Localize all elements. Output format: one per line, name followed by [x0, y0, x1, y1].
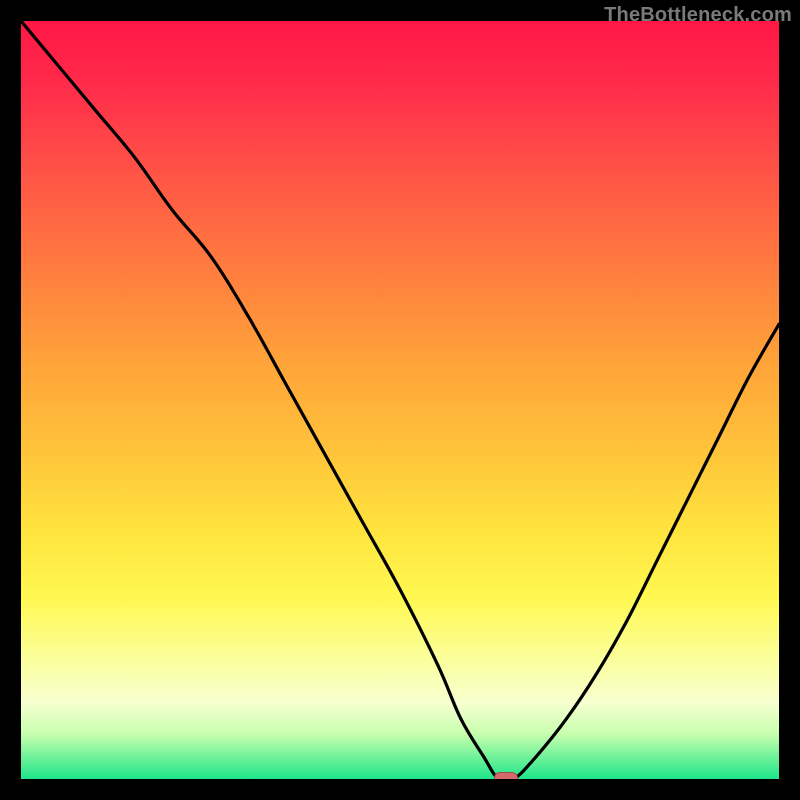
watermark-text: TheBottleneck.com: [604, 4, 792, 27]
minimum-marker: [494, 772, 518, 779]
chart-frame: TheBottleneck.com: [0, 0, 800, 800]
bottleneck-curve: [21, 21, 779, 779]
plot-area: [21, 21, 779, 779]
curve-path: [21, 21, 779, 779]
